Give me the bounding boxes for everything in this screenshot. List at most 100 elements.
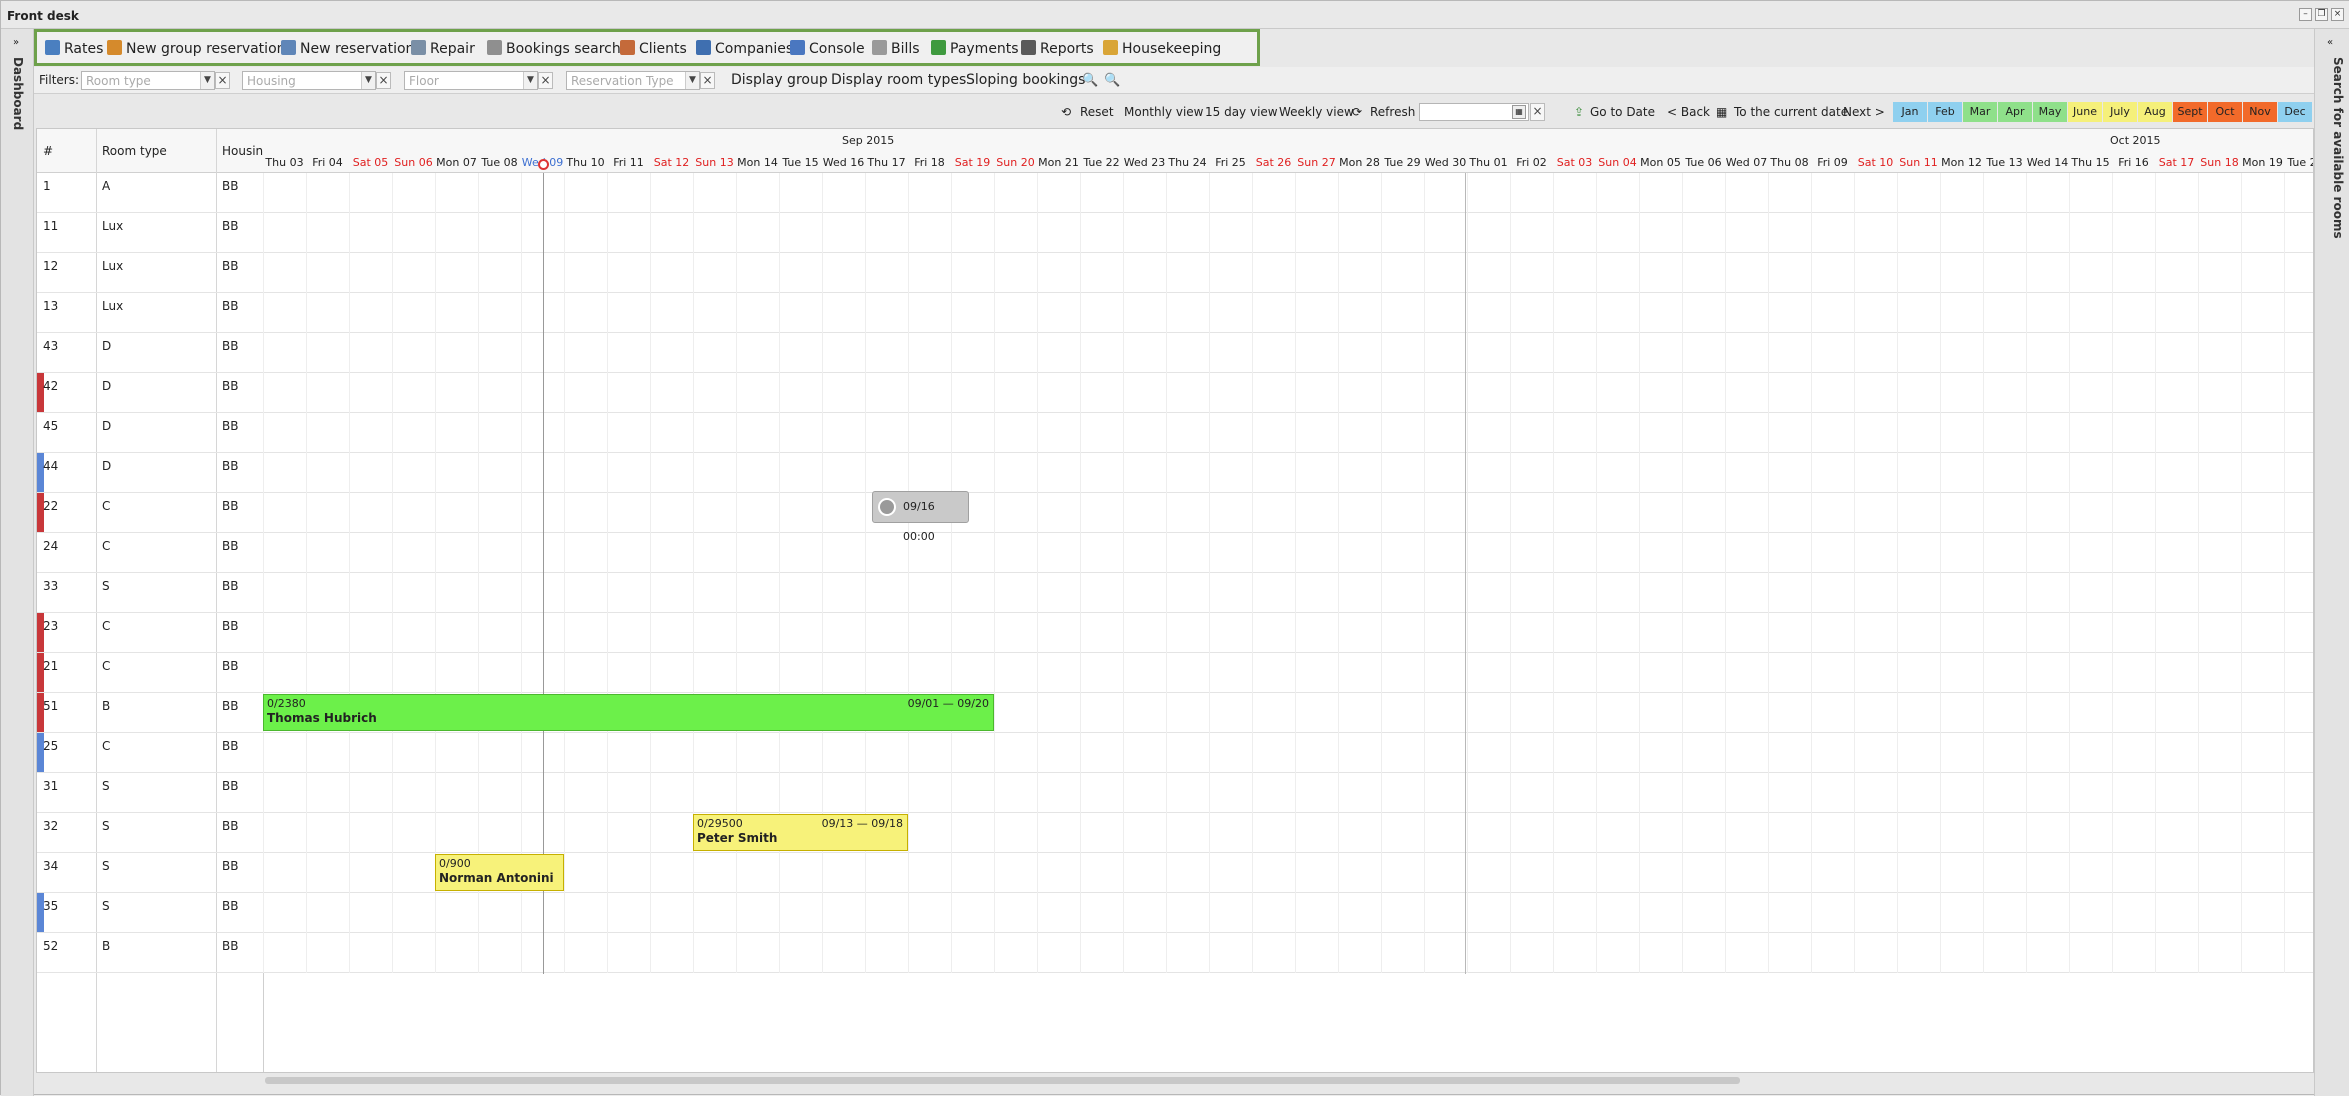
day-header[interactable]: Thu 01 <box>1467 153 1510 173</box>
toolbar-bookings-search-button[interactable]: Bookings search <box>487 39 621 59</box>
room-row[interactable]: 21 C BB <box>37 653 2313 693</box>
day-header[interactable]: Fri 09 <box>1811 153 1854 173</box>
day-header[interactable]: Tue 15 <box>779 153 822 173</box>
room-type-filter[interactable]: Room type ▼ <box>81 71 215 90</box>
day-header[interactable]: Fri 25 <box>1209 153 1252 173</box>
day-header[interactable]: Tue 29 <box>1381 153 1424 173</box>
toolbar-payments-button[interactable]: Payments <box>931 39 1019 59</box>
day-header[interactable]: Tue 22 <box>1080 153 1123 173</box>
day-header[interactable]: Sat 10 <box>1854 153 1897 173</box>
toolbar-repair-button[interactable]: Repair <box>411 39 475 59</box>
month-feb-button[interactable]: Feb <box>1928 102 1962 122</box>
room-row[interactable]: 1 A BB <box>37 173 2313 213</box>
day-header[interactable]: Tue 06 <box>1682 153 1725 173</box>
collapse-icon[interactable]: « <box>2327 37 2333 48</box>
date-input[interactable]: ▦ <box>1419 103 1529 121</box>
month-jan-button[interactable]: Jan <box>1893 102 1927 122</box>
15-day-view-button[interactable]: 15 day view <box>1205 104 1278 121</box>
refresh-icon[interactable]: ⟳ <box>1352 104 1362 121</box>
day-header[interactable]: Wed 23 <box>1123 153 1166 173</box>
room-row[interactable]: 31 S BB <box>37 773 2313 813</box>
room-row[interactable]: 34 S BB <box>37 853 2313 893</box>
day-header[interactable]: Mon 12 <box>1940 153 1983 173</box>
search-available-rooms-panel[interactable]: « Search for available rooms <box>2314 29 2349 1096</box>
day-header[interactable]: Sun 18 <box>2198 153 2241 173</box>
day-header[interactable]: Thu 24 <box>1166 153 1209 173</box>
day-header[interactable]: Mon 07 <box>435 153 478 173</box>
toolbar-companies-button[interactable]: Companies <box>696 39 793 59</box>
day-header[interactable]: Mon 21 <box>1037 153 1080 173</box>
day-header[interactable]: Wed 16 <box>822 153 865 173</box>
day-header[interactable]: Thu 08 <box>1768 153 1811 173</box>
room-row[interactable]: 13 Lux BB <box>37 293 2313 333</box>
day-header[interactable]: Fri 04 <box>306 153 349 173</box>
month-july-button[interactable]: July <box>2103 102 2137 122</box>
day-header[interactable]: Tue 13 <box>1983 153 2026 173</box>
day-header[interactable]: Thu 15 <box>2069 153 2112 173</box>
reset-button[interactable]: Reset <box>1080 104 1114 121</box>
toolbar-rates-button[interactable]: Rates <box>45 39 103 59</box>
monthly-view-button[interactable]: Monthly view <box>1124 104 1204 121</box>
day-header[interactable]: Sat 12 <box>650 153 693 173</box>
month-sept-button[interactable]: Sept <box>2173 102 2207 122</box>
day-header[interactable]: Sun 06 <box>392 153 435 173</box>
month-may-button[interactable]: May <box>2033 102 2067 122</box>
zoom-in-icon[interactable]: 🔍 <box>1082 71 1098 90</box>
room-row[interactable]: 23 C BB <box>37 613 2313 653</box>
minimize-icon[interactable]: – <box>2299 8 2312 21</box>
clear-date-icon[interactable]: × <box>1530 103 1545 121</box>
restore-icon[interactable]: ❐ <box>2315 8 2328 21</box>
day-header[interactable]: Fri 18 <box>908 153 951 173</box>
toolbar-new-group-reservation-button[interactable]: New group reservation <box>107 39 286 59</box>
reset-icon[interactable]: ⟲ <box>1061 104 1071 121</box>
display-room-types-button[interactable]: Display room types <box>831 71 966 90</box>
room-row[interactable]: 44 D BB <box>37 453 2313 493</box>
toolbar-new-reservation-button[interactable]: New reservation <box>281 39 414 59</box>
room-row[interactable]: 35 S BB <box>37 893 2313 933</box>
room-row[interactable]: 45 D BB <box>37 413 2313 453</box>
day-header[interactable]: Sat 17 <box>2155 153 2198 173</box>
dashboard-panel-collapsed[interactable]: » Dashboard <box>1 29 34 1096</box>
housing-filter[interactable]: Housing ▼ <box>242 71 376 90</box>
go-to-date-button[interactable]: Go to Date <box>1590 104 1655 121</box>
toolbar-reports-button[interactable]: Reports <box>1021 39 1094 59</box>
day-header[interactable]: Wed 14 <box>2026 153 2069 173</box>
month-dec-button[interactable]: Dec <box>2278 102 2312 122</box>
day-header[interactable]: Sun 20 <box>994 153 1037 173</box>
go-to-date-icon[interactable]: ⇪ <box>1574 104 1584 121</box>
calendar-icon[interactable]: ▦ <box>1512 105 1526 119</box>
weekly-view-button[interactable]: Weekly view <box>1279 104 1354 121</box>
day-header[interactable]: Wed 07 <box>1725 153 1768 173</box>
day-header[interactable]: Mon 19 <box>2241 153 2284 173</box>
reservation-type-filter[interactable]: Reservation Type ▼ <box>566 71 700 90</box>
toolbar-housekeeping-button[interactable]: Housekeeping <box>1103 39 1221 59</box>
room-row[interactable]: 11 Lux BB <box>37 213 2313 253</box>
to-current-date-button[interactable]: To the current date <box>1734 104 1848 121</box>
day-header[interactable]: Sun 27 <box>1295 153 1338 173</box>
dashboard-label[interactable]: Dashboard <box>11 57 25 130</box>
close-icon[interactable]: × <box>2331 8 2344 21</box>
search-available-rooms-label[interactable]: Search for available rooms <box>2331 57 2345 239</box>
room-row[interactable]: 43 D BB <box>37 333 2313 373</box>
day-header[interactable]: Sun 11 <box>1897 153 1940 173</box>
month-june-button[interactable]: June <box>2068 102 2102 122</box>
day-header[interactable]: Wed 30 <box>1424 153 1467 173</box>
room-row[interactable]: 52 B BB <box>37 933 2313 973</box>
room-row[interactable]: 25 C BB <box>37 733 2313 773</box>
refresh-button[interactable]: Refresh <box>1370 104 1415 121</box>
day-header[interactable]: Fri 02 <box>1510 153 1553 173</box>
clear-housing-icon[interactable]: × <box>376 72 391 89</box>
month-mar-button[interactable]: Mar <box>1963 102 1997 122</box>
sloping-bookings-button[interactable]: Sloping bookings <box>966 71 1085 90</box>
room-row[interactable]: 24 C BB <box>37 533 2313 573</box>
day-header[interactable]: Sun 13 <box>693 153 736 173</box>
month-oct-button[interactable]: Oct <box>2208 102 2242 122</box>
day-header[interactable]: Fri 16 <box>2112 153 2155 173</box>
day-header[interactable]: Thu 03 <box>263 153 306 173</box>
zoom-out-icon[interactable]: 🔍 <box>1104 71 1120 90</box>
month-apr-button[interactable]: Apr <box>1998 102 2032 122</box>
day-header[interactable]: Thu 17 <box>865 153 908 173</box>
day-header[interactable]: Mon 28 <box>1338 153 1381 173</box>
booking-block[interactable]: 0/29500 Peter Smith 09/13 — 09/18 <box>693 814 908 851</box>
booking-block[interactable]: 0/900 Norman Antonini <box>435 854 564 891</box>
